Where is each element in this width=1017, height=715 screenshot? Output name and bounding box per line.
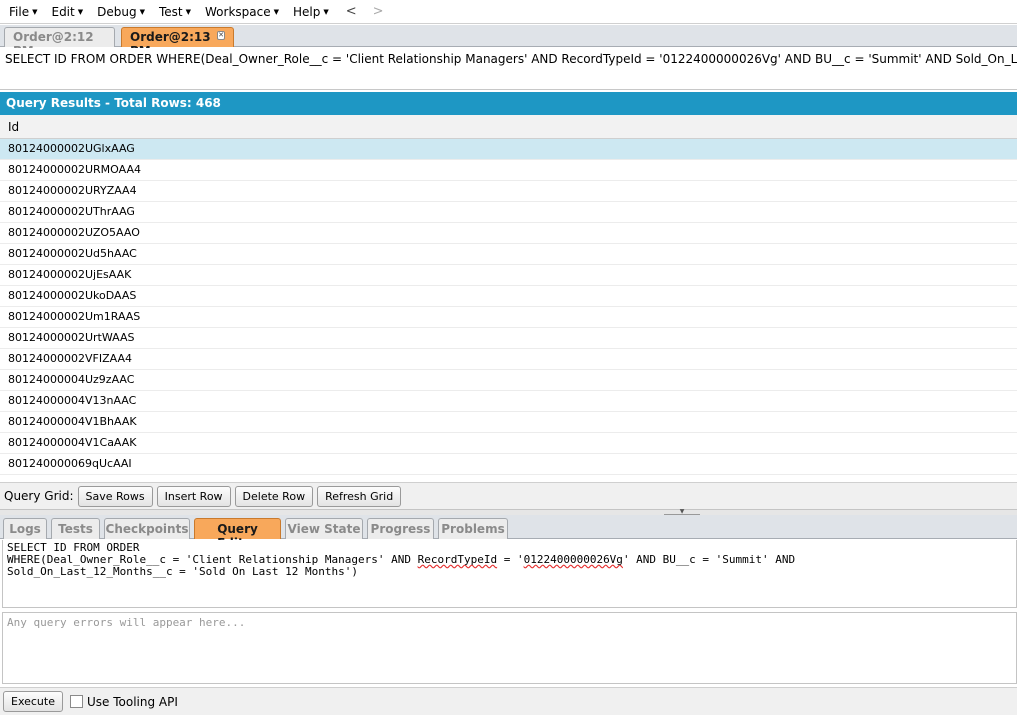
execute-button[interactable]: Execute [3,691,63,712]
bottom-bar: Execute Use Tooling API [0,687,1017,715]
back-arrow-icon[interactable]: < [338,4,365,19]
caret-down-icon: ▼ [273,7,279,16]
results-header: Query Results - Total Rows: 468 [0,92,1017,115]
menu-bar: File ▼ Edit ▼ Debug ▼ Test ▼ Workspace ▼ Help… [0,0,1017,24]
caret-down-icon: ▼ [77,7,84,16]
menu-workspace-label: Workspace [205,4,271,19]
results-grid: 80124000002UGlxAAG 80124000002URMOAA4 80… [0,139,1017,482]
caret-down-icon: ▼ [32,7,38,16]
table-row[interactable]: 80124000002UZO5AAO [0,223,1017,244]
menu-edit-label: Edit [51,4,75,19]
table-row[interactable]: 80124000002VFIZAA4 [0,349,1017,370]
menu-debug-label: Debug [97,4,137,19]
table-row[interactable]: 80124000002URMOAA4 [0,160,1017,181]
tab-view-state[interactable]: View State [285,518,363,539]
table-row[interactable]: 80124000002UrtWAAS [0,328,1017,349]
document-tab-strip: Order@2:12 PM Order@2:13 PM ✕ [0,25,1017,58]
tab-order-2-13[interactable]: Order@2:13 PM ✕ [121,27,234,58]
table-row[interactable]: 80124000002Um1RAAS [0,307,1017,328]
spellcheck-word: RecordTypeId [417,553,498,566]
close-icon[interactable]: ✕ [217,31,225,40]
table-row[interactable]: 80124000002UkoDAAS [0,286,1017,307]
query-grid-toolbar: Query Grid: Save Rows Insert Row Delete … [0,482,1017,509]
tab-query-editor[interactable]: Query Editor [194,518,281,550]
menu-file[interactable]: File ▼ [4,5,42,19]
table-row[interactable]: 801240000069qUcAAI [0,454,1017,475]
save-rows-button[interactable]: Save Rows [77,485,153,507]
menu-file-label: File [9,4,30,19]
table-row[interactable]: 80124000004Uz9zAAC [0,370,1017,391]
delete-row-button[interactable]: Delete Row [234,485,314,507]
caret-down-icon: ▼ [323,7,329,16]
bottom-tab-strip: Logs Tests Checkpoints Query Editor View… [0,515,1017,550]
menu-test-label: Test [158,4,183,19]
column-header-id[interactable]: Id [0,115,1017,139]
table-row[interactable]: 80124000004V13nAAC [0,391,1017,412]
table-row[interactable]: 80124000002UThrAAG [0,202,1017,223]
insert-row-button[interactable]: Insert Row [156,485,231,507]
caret-down-icon: ▼ [185,7,192,16]
tab-order-2-12[interactable]: Order@2:12 PM [4,27,115,58]
table-row[interactable]: 80124000004V1CaAAK [0,433,1017,454]
query-grid-label: Query Grid: [4,489,74,503]
query-errors-area: Any query errors will appear here... [2,612,1017,684]
menu-help-label: Help [293,4,321,19]
editor-line: Sold_On_Last_12_Months__c = 'Sold On Las… [7,565,358,578]
spellcheck-word: 0122400000026Vg [523,553,623,566]
table-row[interactable]: 80124000002UGlxAAG [0,139,1017,160]
caret-down-icon: ▼ [139,7,145,16]
table-row[interactable]: 80124000002Ud5hAAC [0,244,1017,265]
menu-workspace[interactable]: Workspace ▼ [200,5,284,19]
editor-text: = ' [497,553,524,566]
tab-logs[interactable]: Logs [3,518,47,539]
table-row[interactable]: 80124000002UjEsAAK [0,265,1017,286]
forward-arrow-icon[interactable]: > [365,4,392,19]
tab-problems[interactable]: Problems [438,518,508,539]
query-text-line[interactable]: SELECT ID FROM ORDER WHERE(Deal_Owner_Ro… [0,48,1017,90]
menu-help[interactable]: Help ▼ [288,5,334,19]
editor-text: ' AND BU__c = 'Summit' AND [622,553,796,566]
use-tooling-api-label[interactable]: Use Tooling API [87,695,178,709]
refresh-grid-button[interactable]: Refresh Grid [317,485,402,507]
table-row[interactable]: 80124000004V1BhAAK [0,412,1017,433]
tab-checkpoints[interactable]: Checkpoints [104,518,190,539]
table-row[interactable]: 80124000002URYZAA4 [0,181,1017,202]
menu-debug[interactable]: Debug ▼ [92,5,150,19]
tab-progress[interactable]: Progress [367,518,434,539]
use-tooling-api-checkbox[interactable] [70,695,83,708]
menu-edit[interactable]: Edit ▼ [46,5,88,19]
menu-test[interactable]: Test ▼ [154,5,196,19]
query-editor[interactable]: SELECT ID FROM ORDER WHERE(Deal_Owner_Rol… [2,540,1017,608]
tab-tests[interactable]: Tests [51,518,100,539]
